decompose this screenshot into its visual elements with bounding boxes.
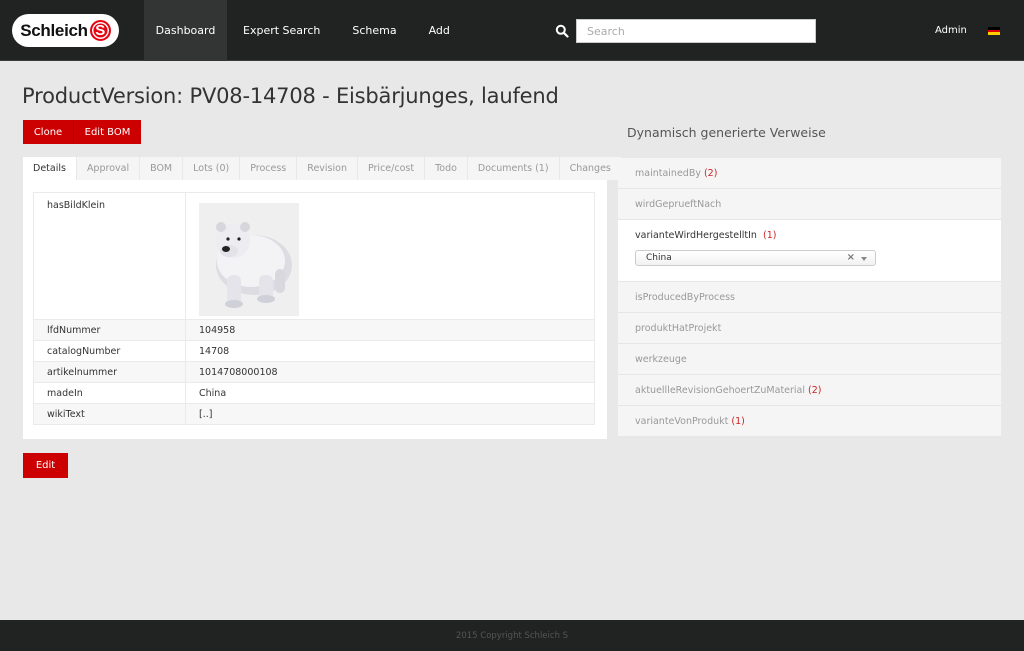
ref-label: isProducedByProcess [635, 291, 735, 303]
ref-label: maintainedBy [635, 167, 701, 179]
ref-item-variante-wird-hergestellt-in[interactable]: varianteWirdHergestelltIn (1) China × [618, 220, 1001, 282]
table-row: lfdNummer 104958 [33, 319, 595, 341]
tab-todo[interactable]: Todo [425, 157, 468, 180]
tab-bom[interactable]: BOM [140, 157, 184, 180]
row-key: catalogNumber [33, 340, 186, 362]
tab-details[interactable]: Details [23, 157, 77, 180]
tab-changes[interactable]: Changes [559, 157, 622, 180]
schleich-logo[interactable]: Schleich S [12, 14, 119, 47]
footer: 2015 Copyright Schleich S [0, 620, 1024, 651]
details-panel: hasBildKlein lfdNummer 104958 catalogNum… [23, 180, 607, 439]
table-row: hasBildKlein [33, 192, 595, 320]
row-value: 14708 [185, 340, 595, 362]
ref-item-maintained-by[interactable]: maintainedBy (2) [618, 158, 1001, 189]
row-key: hasBildKlein [33, 192, 186, 320]
row-value [185, 192, 595, 320]
flag-de-icon[interactable] [988, 27, 1000, 36]
clone-button[interactable]: Clone [23, 120, 74, 144]
search-input[interactable] [576, 19, 816, 43]
product-tabs: Details Approval BOM Lots (0) Process Re… [23, 157, 622, 180]
ref-label: aktuellleRevisionGehoertZuMaterial [635, 384, 806, 396]
admin-user-menu[interactable]: Admin [935, 25, 967, 36]
row-value: [..] [185, 403, 595, 425]
copyright-text: 2015 Copyright Schleich S [455, 630, 569, 641]
references-title: Dynamisch generierte Verweise [627, 125, 826, 140]
nav-dashboard[interactable]: Dashboard [144, 0, 227, 61]
tab-lots[interactable]: Lots (0) [183, 157, 241, 180]
edit-bom-button[interactable]: Edit BOM [74, 120, 141, 144]
row-value: China [185, 382, 595, 404]
nav-schema[interactable]: Schema [336, 0, 412, 61]
ref-item-aktuelle-revision[interactable]: aktuellleRevisionGehoertZuMaterial (2) [618, 375, 1001, 406]
row-key: lfdNummer [33, 319, 186, 341]
references-list: maintainedBy (2) wirdGeprueftNach varian… [618, 158, 1001, 437]
ref-item-produkt-hat-projekt[interactable]: produktHatProjekt [618, 313, 1001, 344]
row-key: artikelnummer [33, 361, 186, 383]
tab-process[interactable]: Process [240, 157, 298, 180]
tab-price-cost[interactable]: Price/cost [357, 157, 426, 180]
row-value: 1014708000108 [185, 361, 595, 383]
table-row: madeIn China [33, 382, 595, 404]
ref-item-werkzeuge[interactable]: werkzeuge [618, 344, 1001, 375]
ref-label: varianteVonProdukt [635, 415, 729, 427]
select-value: China [646, 253, 672, 263]
row-value: 104958 [185, 319, 595, 341]
ref-item-variante-von-produkt[interactable]: varianteVonProdukt (1) [618, 406, 1001, 437]
ref-header: varianteWirdHergestelltIn (1) [635, 230, 776, 241]
page-title: ProductVersion: PV08-14708 - Eisbärjunge… [22, 84, 559, 108]
ref-item-wird-geprueft-nach[interactable]: wirdGeprueftNach [618, 189, 1001, 220]
country-select[interactable]: China × [635, 250, 876, 266]
edit-button[interactable]: Edit [23, 453, 68, 478]
nav-add[interactable]: Add [413, 0, 466, 61]
tab-approval[interactable]: Approval [76, 157, 141, 180]
ref-count: (1) [731, 415, 745, 427]
ref-label: werkzeuge [635, 353, 687, 365]
clear-icon[interactable]: × [847, 252, 855, 263]
tab-revision[interactable]: Revision [297, 157, 358, 180]
product-image-polar-bear[interactable] [199, 203, 299, 316]
ref-count: (1) [762, 230, 777, 241]
search-icon[interactable] [555, 24, 569, 38]
top-navbar: Schleich S Dashboard Expert Search Schem… [0, 0, 1024, 61]
tab-documents[interactable]: Documents (1) [467, 157, 560, 180]
ref-count: (2) [808, 384, 822, 396]
ref-count: (2) [703, 167, 718, 179]
ref-label: wirdGeprueftNach [635, 198, 722, 210]
details-table: hasBildKlein lfdNummer 104958 catalogNum… [33, 192, 595, 425]
ref-label: varianteWirdHergestelltIn [635, 230, 757, 241]
main-nav: Dashboard Expert Search Schema Add [144, 0, 466, 61]
row-key: wikiText [33, 403, 186, 425]
ref-label: produktHatProjekt [635, 322, 722, 334]
table-row: artikelnummer 1014708000108 [33, 361, 595, 383]
chevron-down-icon[interactable] [861, 257, 867, 261]
logo-s-mark: S [89, 20, 111, 41]
logo-text: Schleich [20, 20, 88, 40]
table-row: wikiText [..] [33, 403, 595, 425]
table-row: catalogNumber 14708 [33, 340, 595, 362]
row-key: madeIn [33, 382, 186, 404]
ref-item-is-produced-by-process[interactable]: isProducedByProcess [618, 282, 1001, 313]
nav-expert-search[interactable]: Expert Search [227, 0, 336, 61]
